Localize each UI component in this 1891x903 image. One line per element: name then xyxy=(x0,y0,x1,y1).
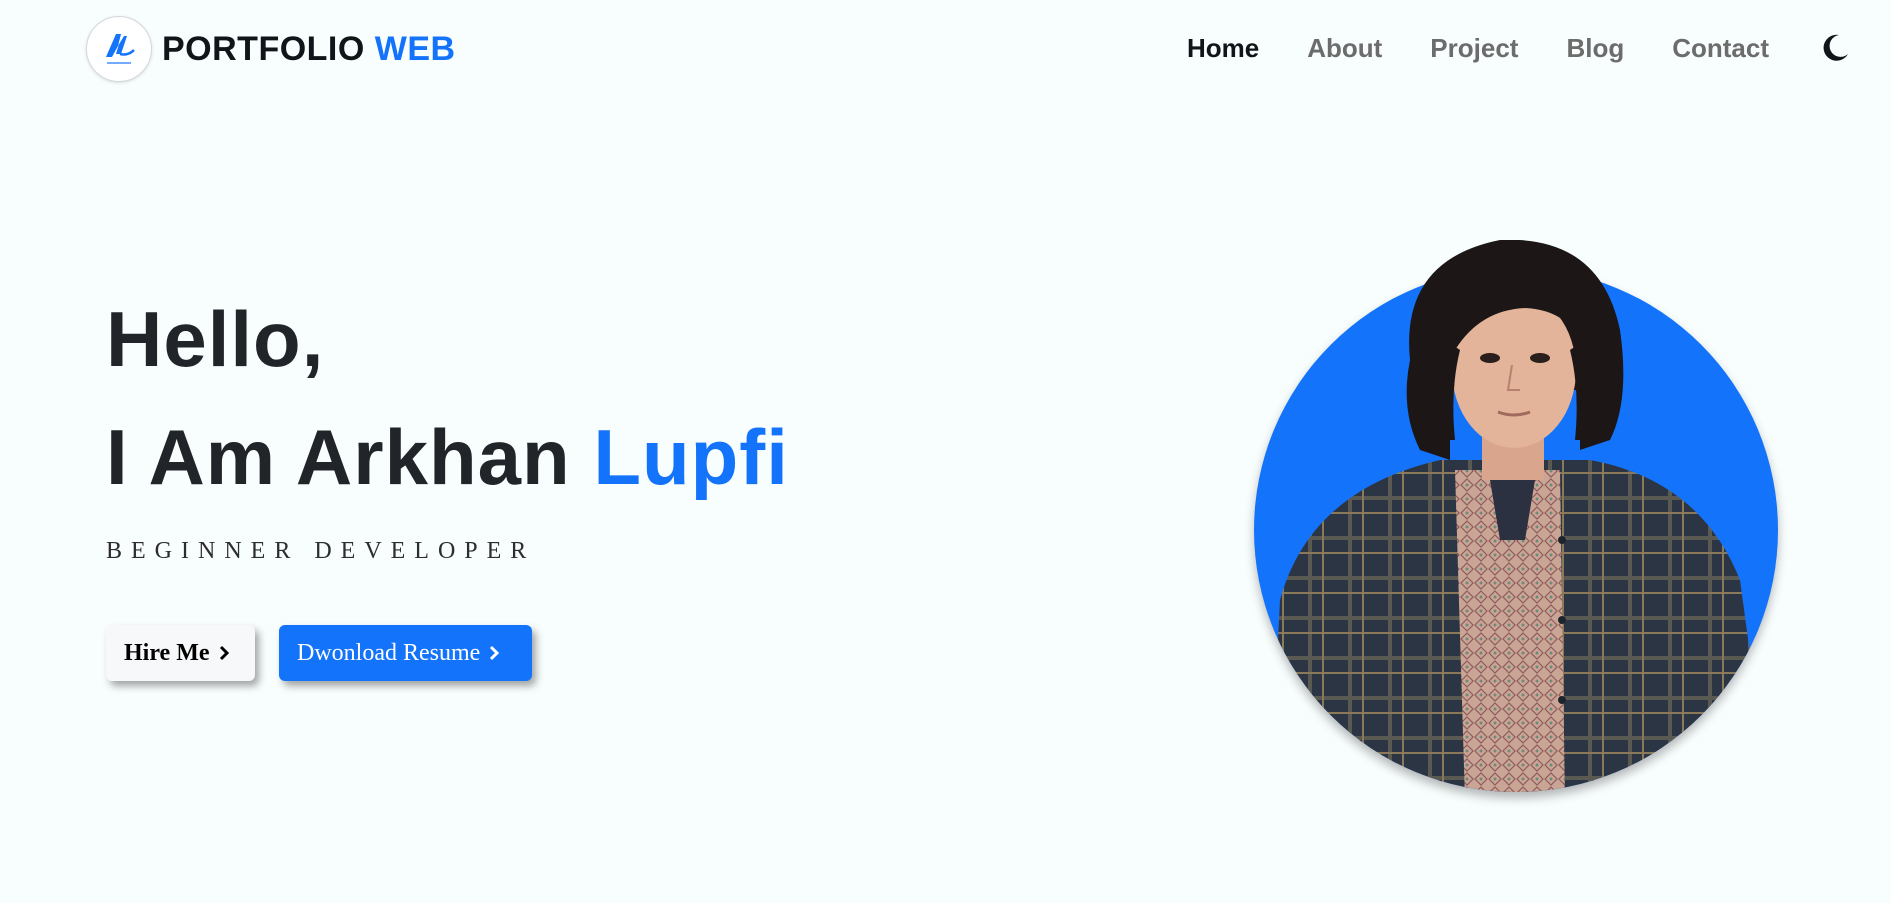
profile-photo xyxy=(1250,240,1780,800)
moon-icon[interactable] xyxy=(1817,30,1853,66)
nav-contact[interactable]: Contact xyxy=(1672,33,1769,64)
chevron-right-icon xyxy=(488,645,500,661)
hero-greeting: Hello, xyxy=(106,295,325,383)
nav-home[interactable]: Home xyxy=(1187,33,1259,64)
hero-headline-accent: Lupfi xyxy=(593,413,789,501)
brand-name: PORTFOLIO xyxy=(162,29,365,68)
hire-me-label: Hire Me xyxy=(124,639,210,666)
hero-headline-prefix: I Am Arkhan xyxy=(106,413,571,501)
nav-about[interactable]: About xyxy=(1307,33,1382,64)
hero-section: Hello, I Am Arkhan Lupfi BEGINNER DEVELO… xyxy=(106,300,789,681)
download-resume-label: Dwonload Resume xyxy=(297,639,481,666)
brand-title: PORTFOLIO WEB xyxy=(162,30,456,69)
hero-subtitle: BEGINNER DEVELOPER xyxy=(106,538,536,564)
hero-buttons: Hire Me Dwonload Resume xyxy=(106,625,789,681)
hero-headline: I Am Arkhan Lupfi xyxy=(106,418,789,496)
nav-project[interactable]: Project xyxy=(1430,33,1518,64)
navbar: PORTFOLIO WEB Home About Project Blog Co… xyxy=(0,0,1891,96)
download-resume-button[interactable]: Dwonload Resume xyxy=(279,625,532,681)
hire-me-button[interactable]: Hire Me xyxy=(106,625,255,681)
profile-person-illustration xyxy=(1270,240,1770,792)
nav-links: Home About Project Blog Contact xyxy=(1187,0,1891,96)
brand-accent: WEB xyxy=(374,29,456,68)
nav-blog[interactable]: Blog xyxy=(1566,33,1624,64)
chevron-right-icon xyxy=(218,645,230,661)
logo-icon xyxy=(86,16,152,82)
brand-link[interactable]: PORTFOLIO WEB xyxy=(86,14,456,84)
